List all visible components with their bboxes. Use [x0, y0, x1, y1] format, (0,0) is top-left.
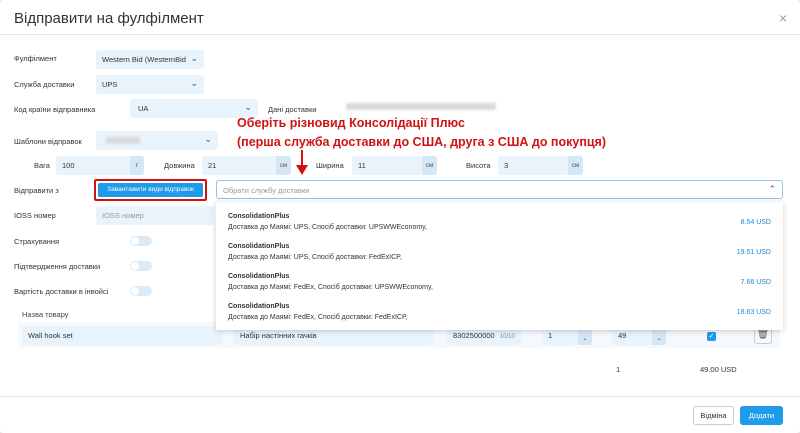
length-label: Довжина [164, 161, 195, 170]
fulfillment-value: Western Bid (WesternBid [102, 55, 186, 64]
ioss-label: IOSS номер [14, 211, 56, 220]
item-checkbox[interactable]: ✓ [707, 332, 716, 341]
shipping-service-value: UPS [102, 80, 118, 89]
width-input[interactable]: 11 [352, 156, 422, 175]
shipping-service-select[interactable]: UPS ⌄ [96, 75, 204, 94]
blurred-shipping-data [346, 103, 496, 110]
close-icon[interactable]: × [779, 10, 787, 26]
shipping-option[interactable]: ConsolidationPlus Доставка до Маямі: Fed… [216, 292, 783, 322]
fulfillment-select[interactable]: Western Bid (WesternBid ⌄ [96, 50, 204, 69]
total-amount: 49.00 USD [700, 365, 737, 374]
total-quantity: 1 [616, 365, 621, 374]
weight-label: Вага [34, 161, 50, 170]
templates-select[interactable]: ⌄ [96, 131, 218, 150]
header-divider [0, 34, 800, 35]
option-price: 18.63 USD [736, 309, 771, 316]
chevron-down-icon: ⌄ [190, 78, 198, 88]
option-name: ConsolidationPlus [228, 303, 290, 310]
weight-unit: г [130, 156, 144, 175]
length-input[interactable]: 21 [202, 156, 276, 175]
option-description: Доставка до Маямі: FedEx, Спосіб доставк… [228, 314, 408, 321]
width-label: Ширина [316, 161, 344, 170]
chevron-up-icon: ⌃ [768, 184, 776, 194]
option-name: ConsolidationPlus [228, 273, 290, 280]
ship-from-label: Відправити з [14, 186, 59, 195]
load-shipping-types-highlight: Завантажити види відправок [94, 179, 207, 201]
modal-title: Відправити на фулфілмент [14, 10, 204, 27]
option-description: Доставка до Маямі: UPS, Спосіб доставки:… [228, 224, 428, 231]
insurance-toggle[interactable] [130, 236, 152, 246]
option-price: 7.66 USD [740, 279, 771, 286]
chevron-down-icon: ⌄ [204, 134, 212, 144]
hs-code-count: 10/10 [499, 334, 515, 340]
chevron-down-icon: ⌄ [190, 53, 198, 63]
footer-divider [0, 396, 800, 397]
delivery-confirmation-toggle[interactable] [130, 261, 152, 271]
annotation-arrow-icon [295, 150, 309, 181]
shipping-service-label: Служба доставки [14, 80, 75, 89]
country-code-value: UA [138, 104, 149, 113]
height-unit: см [568, 156, 583, 175]
column-header-name: Назва товару [22, 310, 69, 319]
option-description: Доставка до Маямі: UPS, Спосіб доставки:… [228, 254, 402, 261]
load-shipping-types-button[interactable]: Завантажити види відправок [98, 183, 203, 197]
item-name-input[interactable]: Wall hook set [22, 326, 222, 345]
fulfillment-modal: Відправити на фулфілмент × Фулфілмент We… [0, 0, 800, 433]
shipping-option[interactable]: ConsolidationPlus Доставка до Маямі: Fed… [216, 262, 783, 292]
shipping-service-dropdown[interactable]: Обрати службу доставки ⌃ [216, 180, 783, 199]
annotation-line-2: (перша служба доставки до США, друга з С… [237, 135, 607, 149]
templates-label: Шаблони відправок [14, 137, 82, 146]
option-price: 19.51 USD [736, 249, 771, 256]
ioss-input[interactable]: IOSS номер [96, 206, 214, 225]
shipping-service-placeholder: Обрати службу доставки [223, 186, 310, 195]
insurance-label: Страхування [14, 237, 60, 246]
delivery-confirmation-label: Підтвердження доставки [14, 262, 101, 271]
shipping-options-list: ConsolidationPlus Доставка до Маямі: UPS… [216, 202, 783, 330]
hs-code-value: 8302500000 [453, 331, 495, 340]
height-input[interactable]: 3 [498, 156, 568, 175]
blurred-template-value [106, 137, 140, 144]
invoice-shipping-cost-label: Вартість доставки в інвойсі [14, 287, 109, 296]
height-label: Висота [466, 161, 491, 170]
option-description: Доставка до Маямі: FedEx, Спосіб доставк… [228, 284, 433, 291]
length-unit: см [276, 156, 291, 175]
shipping-option[interactable]: ConsolidationPlus Доставка до Маямі: UPS… [216, 202, 783, 232]
add-button[interactable]: Додати [740, 406, 783, 425]
fulfillment-label: Фулфілмент [14, 54, 57, 63]
option-price: 8.54 USD [740, 219, 771, 226]
option-name: ConsolidationPlus [228, 243, 290, 250]
cancel-button[interactable]: Відміна [693, 406, 734, 425]
width-unit: см [422, 156, 437, 175]
country-code-label: Код країни відправника [14, 105, 96, 114]
annotation-line-1: Оберіть різновид Консолідації Плюс [237, 116, 465, 130]
chevron-down-icon: ⌄ [244, 102, 252, 112]
shipping-option[interactable]: ConsolidationPlus Доставка до Маямі: UPS… [216, 232, 783, 262]
weight-input[interactable]: 100 [56, 156, 130, 175]
shipping-data-label: Дані доставки [268, 105, 317, 114]
invoice-shipping-cost-toggle[interactable] [130, 286, 152, 296]
option-name: ConsolidationPlus [228, 213, 290, 220]
